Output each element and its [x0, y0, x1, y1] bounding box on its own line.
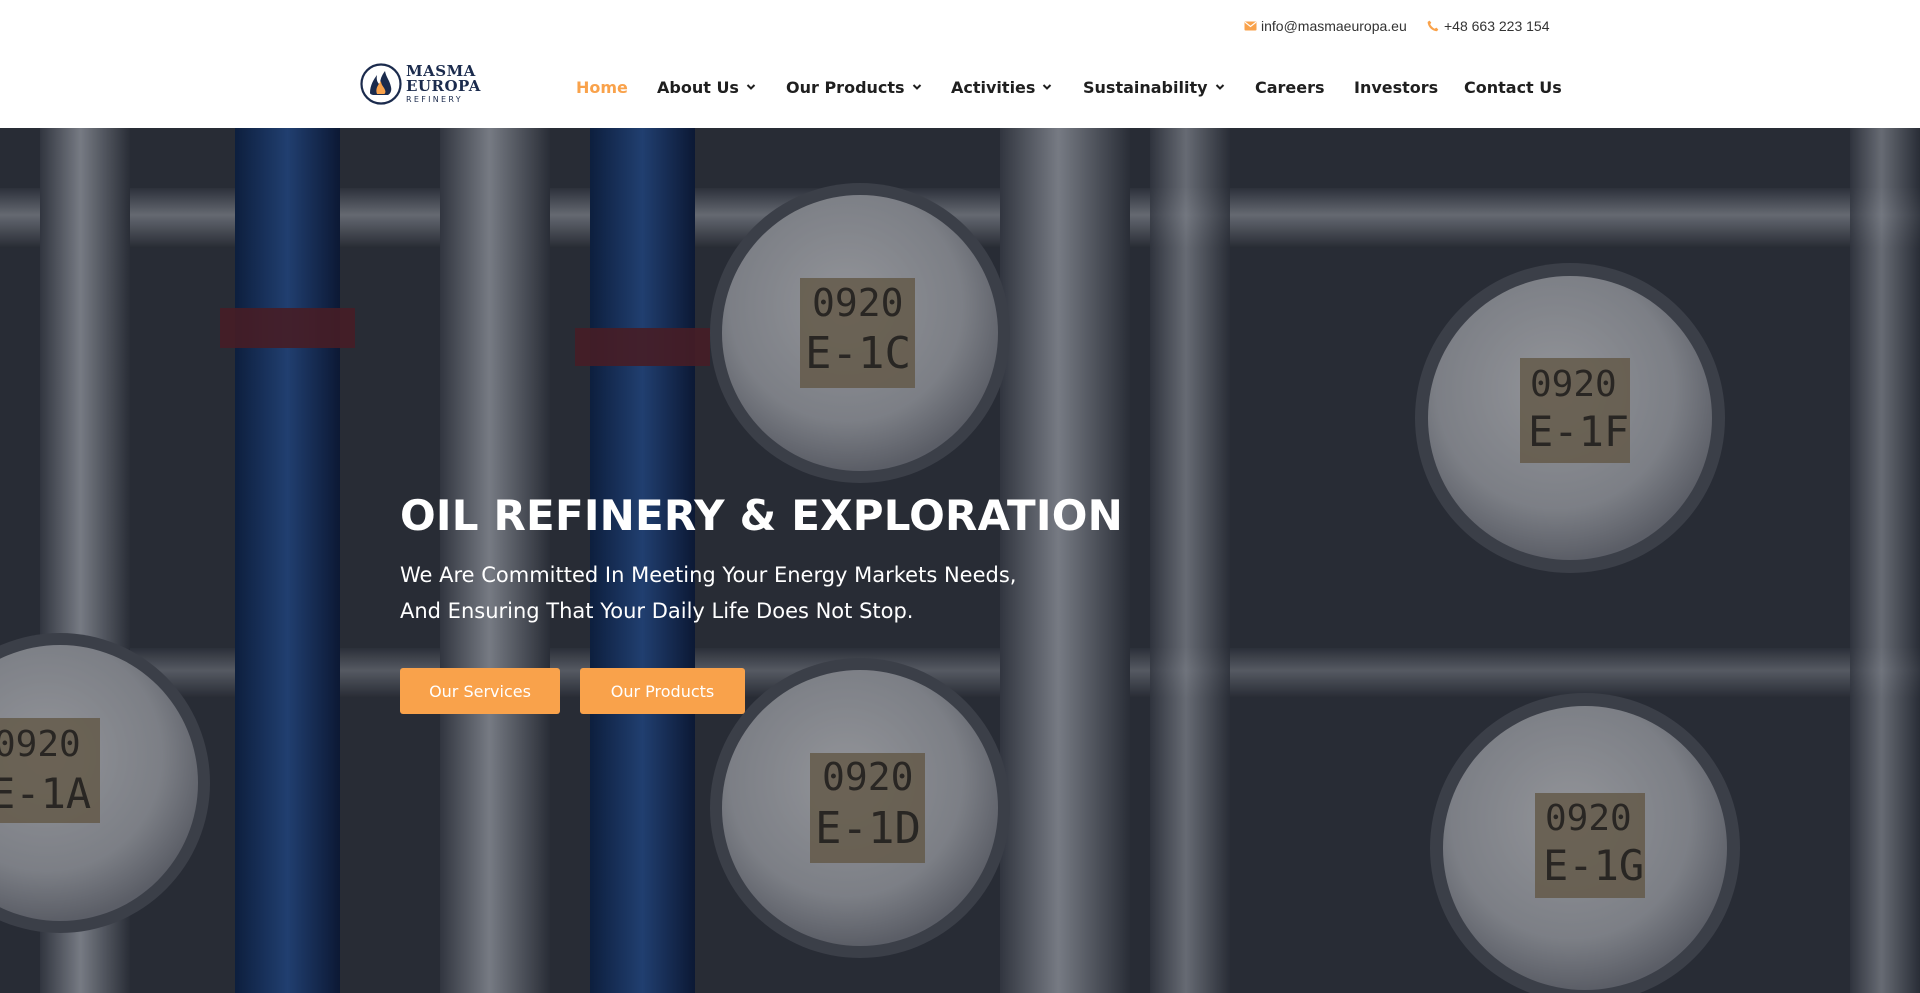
- nav-item-activities[interactable]: Activities: [951, 72, 1052, 102]
- email-text: info@masmaeuropa.eu: [1261, 18, 1407, 34]
- chevron-down-icon: [912, 82, 922, 92]
- hero-section: 0920 E-1C 0920 E-1F 0920 E-1A 0920 E-1D …: [0, 128, 1920, 993]
- nav-item-sustainability[interactable]: Sustainability: [1083, 72, 1225, 102]
- flame-logo-icon: [360, 63, 402, 105]
- nav-label: Investors: [1354, 77, 1439, 97]
- nav-item-our-products[interactable]: Our Products: [786, 72, 922, 102]
- nav-label: Contact Us: [1464, 77, 1562, 97]
- hero-title: OIL REFINERY & EXPLORATION: [400, 491, 1123, 540]
- site-header: MASMA EUROPA REFINERY Home About Us Our …: [0, 46, 1920, 128]
- nav-label: Our Products: [786, 77, 905, 97]
- chevron-down-icon: [1042, 82, 1052, 92]
- phone-icon: [1426, 19, 1440, 33]
- nav-item-home[interactable]: Home: [576, 72, 628, 102]
- nav-label: Sustainability: [1083, 77, 1208, 97]
- nav-label: About Us: [657, 77, 739, 97]
- chevron-down-icon: [1215, 82, 1225, 92]
- nav-item-contact-us[interactable]: Contact Us: [1464, 72, 1562, 102]
- hero-subtitle: We Are Committed In Meeting Your Energy …: [400, 563, 1017, 623]
- nav-item-investors[interactable]: Investors: [1354, 72, 1438, 102]
- chevron-down-icon: [746, 82, 756, 92]
- top-contact-bar: info@masmaeuropa.eu +48 663 223 154: [0, 0, 1920, 46]
- nav-label: Careers: [1255, 77, 1325, 97]
- email-contact[interactable]: info@masmaeuropa.eu: [1243, 18, 1407, 34]
- site-logo[interactable]: MASMA EUROPA REFINERY: [360, 60, 482, 108]
- nav-item-careers[interactable]: Careers: [1255, 72, 1325, 102]
- logo-line-2: EUROPA: [406, 77, 481, 95]
- nav-label: Activities: [951, 77, 1036, 97]
- our-products-button[interactable]: Our Products: [580, 668, 745, 714]
- phone-text: +48 663 223 154: [1444, 18, 1550, 34]
- phone-contact[interactable]: +48 663 223 154: [1426, 18, 1550, 34]
- our-services-button[interactable]: Our Services: [400, 668, 560, 714]
- envelope-icon: [1243, 19, 1257, 33]
- logo-line-3: REFINERY: [406, 95, 463, 104]
- nav-label: Home: [576, 77, 628, 97]
- nav-item-about-us[interactable]: About Us: [657, 72, 756, 102]
